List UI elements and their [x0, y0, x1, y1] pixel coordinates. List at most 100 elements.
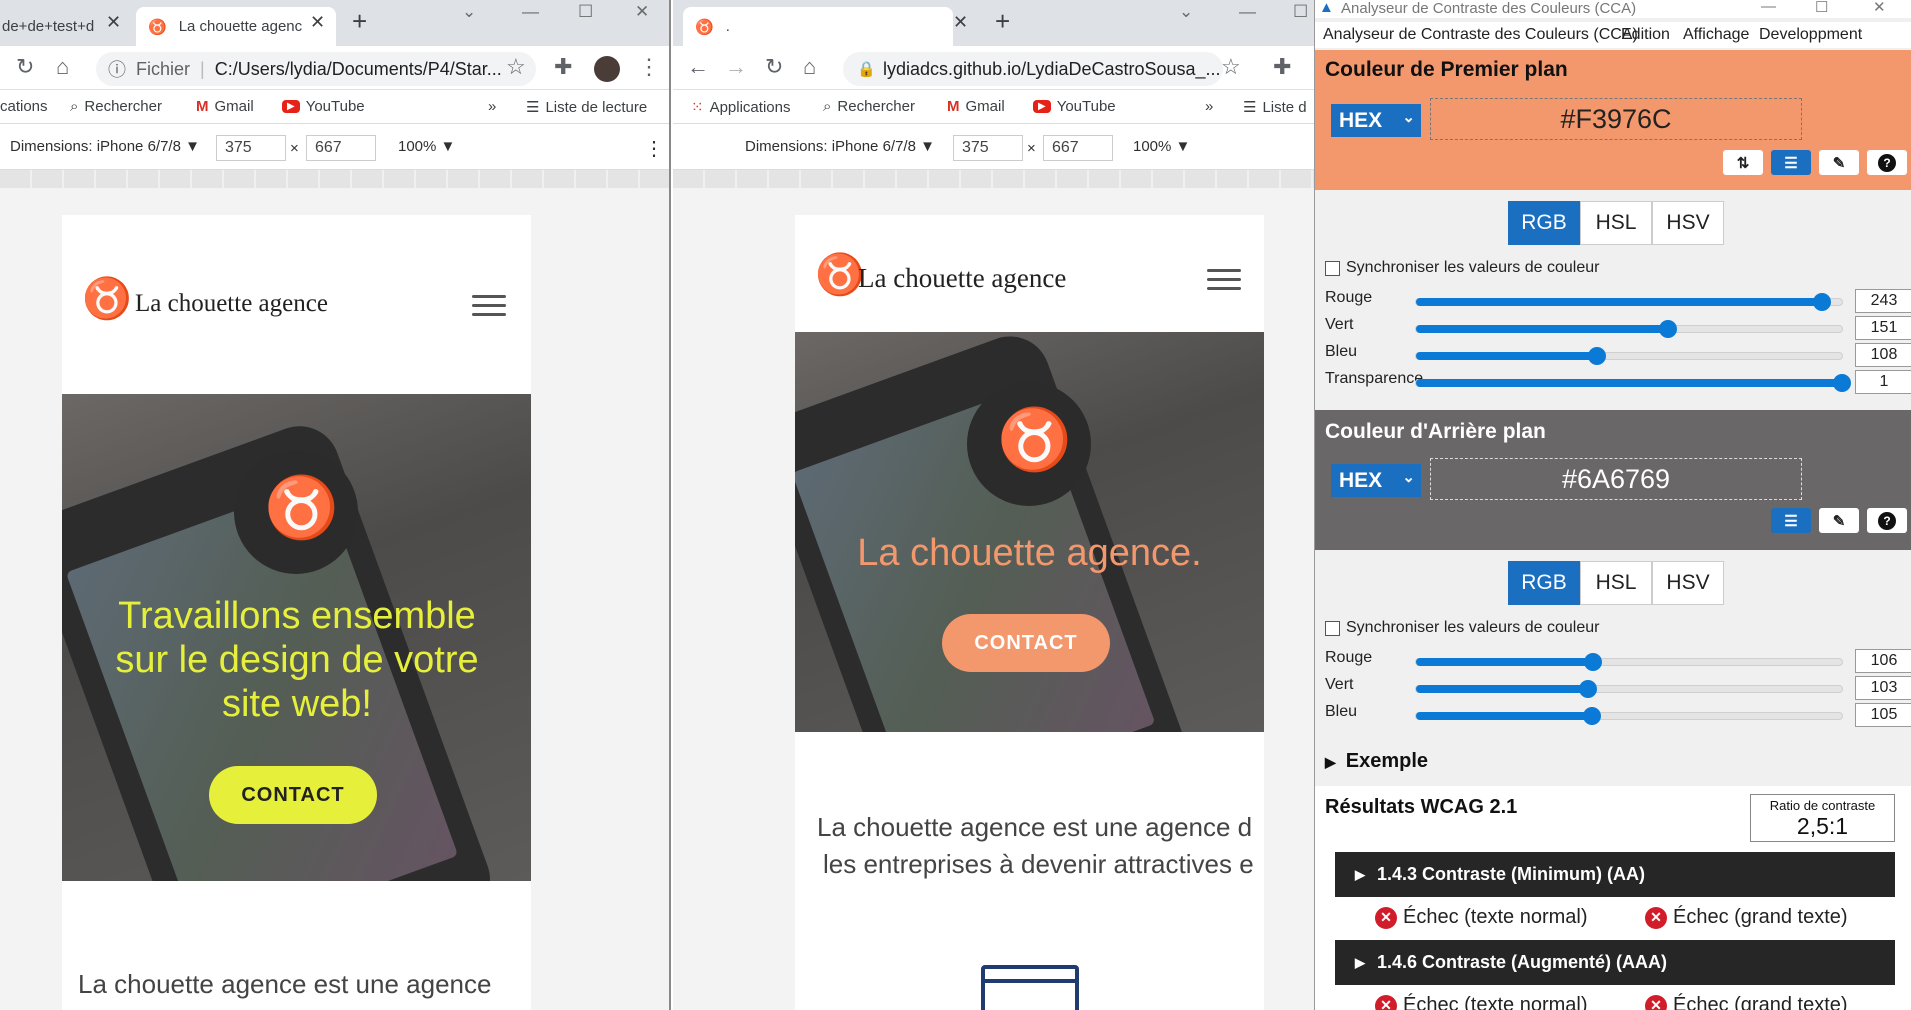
reload-icon[interactable]: ↻ — [16, 54, 34, 80]
slider-value-input[interactable]: 243 — [1855, 289, 1911, 313]
device-height-input[interactable]: 667 — [306, 135, 376, 161]
chevron-down-icon[interactable]: ⌄ — [1179, 2, 1193, 22]
bookmark-apps[interactable]: ⁙ Applications — [691, 98, 790, 117]
address-bar[interactable]: ⓘ Fichier | C:/Users/lydia/Documents/P4/… — [96, 52, 536, 86]
slider-value-input[interactable]: 103 — [1855, 676, 1911, 700]
eyedropper-icon[interactable]: ✎ — [1819, 508, 1859, 533]
hamburger-menu-icon[interactable] — [472, 289, 506, 322]
bookmark-gmail[interactable]: M Gmail — [947, 98, 1005, 115]
forward-icon[interactable]: → — [725, 54, 747, 80]
tab-hsv[interactable]: HSV — [1652, 201, 1724, 245]
eyedropper-icon[interactable]: ✎ — [1819, 150, 1859, 175]
criterion-aa-toggle[interactable]: ▶ 1.4.3 Contraste (Minimum) (AA) — [1335, 852, 1895, 897]
close-icon[interactable]: ✕ — [310, 12, 325, 33]
reading-list[interactable]: ☰ Liste de lecture — [526, 98, 647, 117]
bookmark-search[interactable]: ⌕ Rechercher — [70, 98, 162, 115]
hamburger-menu-icon[interactable] — [1207, 263, 1241, 296]
foreground-format-select[interactable]: HEX ⌄ — [1331, 104, 1421, 137]
background-format-select[interactable]: HEX ⌄ — [1331, 464, 1421, 497]
background-sync-checkbox[interactable]: Synchroniser les valeurs de couleur — [1325, 619, 1599, 637]
close-icon[interactable]: ✕ — [953, 12, 968, 33]
example-toggle[interactable]: ▶ Exemple — [1325, 750, 1428, 773]
device-width-input[interactable]: 375 — [953, 135, 1023, 161]
maximize-icon[interactable]: ☐ — [578, 2, 593, 22]
help-icon[interactable]: ? — [1867, 508, 1907, 533]
device-height-input[interactable]: 667 — [1043, 135, 1113, 161]
slider-value-input[interactable]: 151 — [1855, 316, 1911, 340]
slider-value-input[interactable]: 105 — [1855, 703, 1911, 727]
menu-app[interactable]: Analyseur de Contraste des Couleurs (CCA… — [1323, 26, 1638, 44]
slider-thumb[interactable] — [1587, 347, 1606, 365]
device-width-input[interactable]: 375 — [216, 135, 286, 161]
home-icon[interactable]: ⌂ — [56, 54, 69, 80]
extensions-icon[interactable]: ✚ — [1273, 54, 1291, 80]
new-tab-icon[interactable]: + — [352, 6, 367, 37]
minimize-icon[interactable]: — — [1239, 2, 1256, 22]
maximize-icon[interactable]: ☐ — [1293, 2, 1308, 22]
slider-thumb[interactable] — [1579, 680, 1598, 698]
slider-track[interactable] — [1415, 680, 1843, 698]
new-tab-icon[interactable]: + — [995, 6, 1010, 37]
slider-track[interactable] — [1415, 653, 1843, 671]
tab-1[interactable]: de+de+test+d — [0, 7, 120, 46]
bookmark-youtube[interactable]: ▶ YouTube — [1033, 98, 1116, 115]
more-bookmarks-icon[interactable]: » — [1205, 98, 1213, 115]
slider-thumb[interactable] — [1812, 293, 1831, 311]
back-icon[interactable]: ← — [687, 54, 709, 80]
kebab-menu-icon[interactable]: ⋮ — [644, 136, 664, 161]
menu-edition[interactable]: Edition — [1621, 26, 1670, 44]
bookmark-youtube[interactable]: ▶ YouTube — [282, 98, 365, 115]
contact-button[interactable]: CONTACT — [942, 614, 1110, 672]
slider-thumb[interactable] — [1833, 374, 1851, 392]
more-bookmarks-icon[interactable]: » — [488, 98, 496, 115]
brand-name[interactable]: La chouette agence — [135, 290, 328, 318]
slider-thumb[interactable] — [1582, 707, 1601, 725]
bookmark-search[interactable]: ⌕ Rechercher — [823, 98, 915, 115]
sliders-icon[interactable]: ☰ — [1771, 508, 1811, 533]
close-window-icon[interactable]: ✕ — [1873, 0, 1886, 16]
criterion-aaa-toggle[interactable]: ▶ 1.4.6 Contraste (Augmenté) (AAA) — [1335, 940, 1895, 985]
minimize-icon[interactable]: — — [1761, 0, 1776, 15]
close-icon[interactable]: ✕ — [106, 12, 121, 33]
extensions-icon[interactable]: ✚ — [554, 54, 572, 80]
slider-track[interactable] — [1415, 293, 1843, 311]
chevron-down-icon[interactable]: ⌄ — [462, 2, 476, 22]
brand-name[interactable]: La chouette agence — [858, 263, 1066, 294]
home-icon[interactable]: ⌂ — [803, 54, 816, 80]
slider-track[interactable] — [1415, 320, 1843, 338]
tab-hsl[interactable]: HSL — [1580, 201, 1652, 245]
foreground-sync-checkbox[interactable]: Synchroniser les valeurs de couleur — [1325, 259, 1599, 277]
sliders-icon[interactable]: ☰ — [1771, 150, 1811, 175]
zoom-selector[interactable]: 100% ▼ — [398, 138, 455, 155]
address-bar[interactable]: 🔒 lydiadcs.github.io/LydiaDeCastroSousa_… — [843, 52, 1223, 86]
tab-hsv[interactable]: HSV — [1652, 561, 1724, 605]
swap-colors-icon[interactable]: ⇅ — [1723, 150, 1763, 175]
slider-value-input[interactable]: 1 — [1855, 370, 1911, 394]
kebab-menu-icon[interactable]: ⋮ — [638, 54, 660, 80]
slider-value-input[interactable]: 108 — [1855, 343, 1911, 367]
slider-thumb[interactable] — [1584, 653, 1603, 671]
tab-2[interactable]: ♉ La chouette agenc — [136, 7, 336, 46]
slider-thumb[interactable] — [1659, 320, 1678, 338]
bookmark-apps[interactable]: cations — [0, 98, 48, 115]
contact-button[interactable]: CONTACT — [209, 766, 377, 824]
slider-track[interactable] — [1415, 707, 1843, 725]
close-window-icon[interactable]: ✕ — [635, 2, 649, 22]
reload-icon[interactable]: ↻ — [765, 54, 783, 80]
background-hex-input[interactable]: #6A6769 — [1430, 458, 1802, 500]
tab-rgb[interactable]: RGB — [1508, 561, 1580, 605]
star-icon[interactable]: ☆ — [1221, 54, 1241, 80]
star-icon[interactable]: ☆ — [506, 54, 526, 80]
bookmark-gmail[interactable]: M Gmail — [196, 98, 254, 115]
tab-1[interactable]: ♉ . — [683, 7, 953, 46]
slider-track[interactable] — [1415, 374, 1851, 392]
maximize-icon[interactable]: ☐ — [1815, 0, 1828, 16]
menu-developpment[interactable]: Developpment — [1759, 26, 1862, 44]
zoom-selector[interactable]: 100% ▼ — [1133, 138, 1190, 155]
help-icon[interactable]: ? — [1867, 150, 1907, 175]
slider-value-input[interactable]: 106 — [1855, 649, 1911, 673]
tab-rgb[interactable]: RGB — [1508, 201, 1580, 245]
device-selector[interactable]: Dimensions: iPhone 6/7/8 ▼ — [10, 138, 200, 155]
minimize-icon[interactable]: — — [522, 2, 539, 22]
reading-list[interactable]: ☰ Liste d — [1243, 98, 1307, 117]
